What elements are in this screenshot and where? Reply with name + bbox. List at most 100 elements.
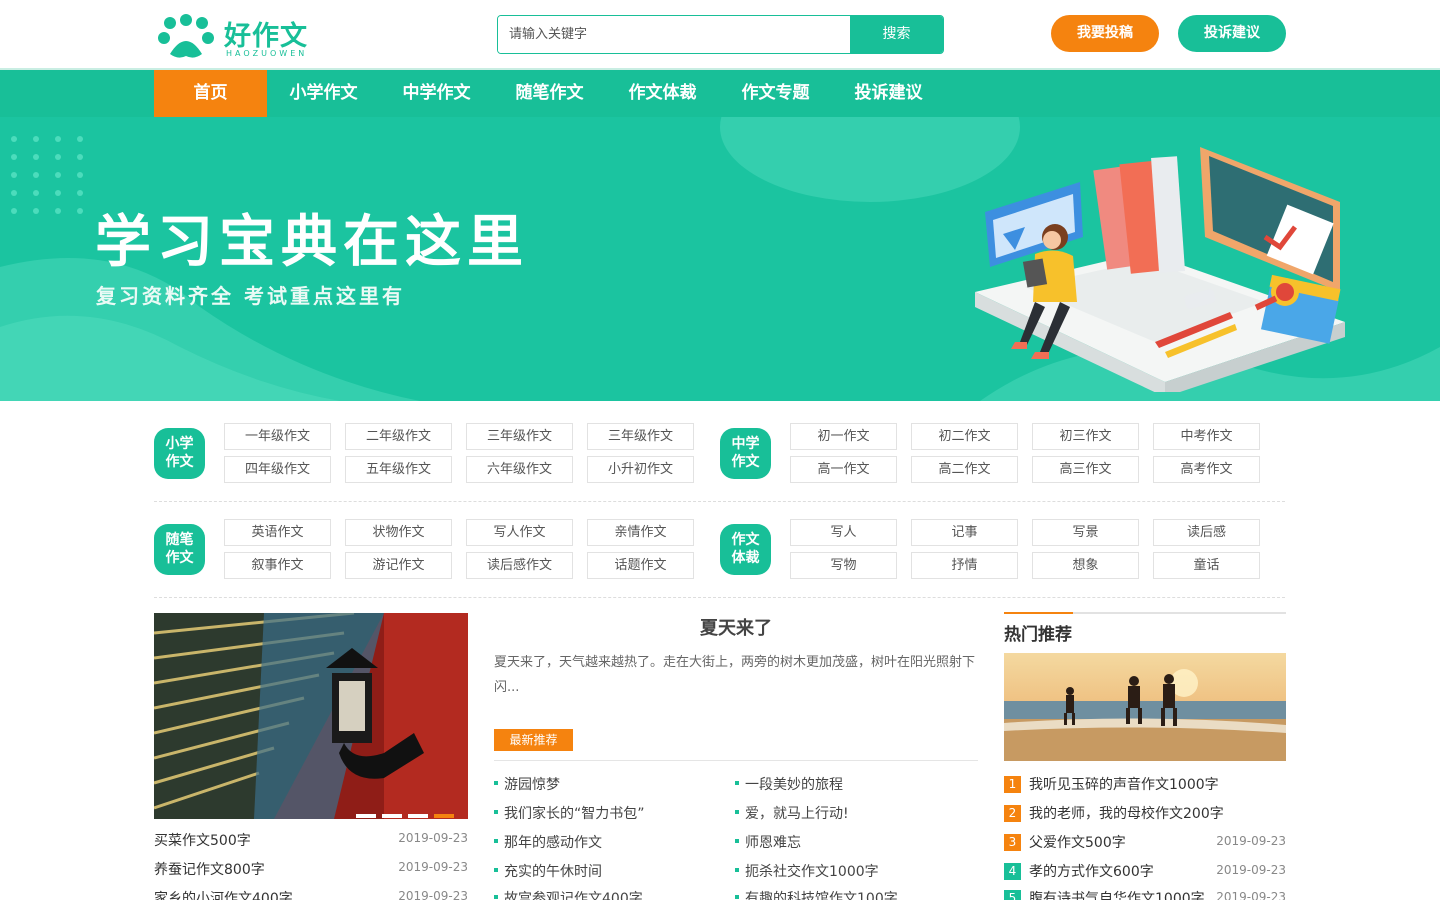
hot-image[interactable] [1004,653,1286,761]
hot-item-title[interactable]: 我听见玉碎的声音作文1000字 [1029,777,1219,793]
category-chip[interactable]: 读后感 [1153,519,1260,546]
category-chip[interactable]: 话题作文 [587,552,694,579]
list-item-title[interactable]: 家乡的小河作文400字 [154,891,293,900]
badge-line2: 体裁 [731,550,760,566]
hot-item[interactable]: 1 我听见玉碎的声音作文1000字 [1004,774,1286,794]
category-chip[interactable]: 抒情 [911,552,1018,579]
category-chip[interactable]: 初三作文 [1032,423,1139,450]
nav-item-topics[interactable]: 作文专题 [719,70,832,117]
category-chip[interactable]: 中考作文 [1153,423,1260,450]
carousel-image[interactable] [154,613,468,819]
site-logo[interactable]: 好作文 HAOZUOWEN [156,14,331,60]
divider [154,597,1285,598]
nav-item-feedback[interactable]: 投诉建议 [832,70,945,117]
temple-lantern-photo [154,613,468,819]
latest-link[interactable]: 我们家长的“智力书包” [494,803,645,823]
submit-article-button[interactable]: 我要投稿 [1051,15,1159,52]
category-chip[interactable]: 初一作文 [790,423,897,450]
feature-title[interactable]: 夏天来了 [494,614,978,640]
latest-link[interactable]: 充实的午休时间 [494,861,602,881]
category-chip[interactable]: 高二作文 [911,456,1018,483]
category-chip[interactable]: 读后感作文 [466,552,573,579]
carousel-dot-active[interactable] [434,814,454,818]
category-chip[interactable]: 高一作文 [790,456,897,483]
category-chip[interactable]: 三年级作文 [466,423,573,450]
category-chip[interactable]: 六年级作文 [466,456,573,483]
search-box: 搜索 [497,15,944,54]
hot-item-title[interactable]: 父爱作文500字 [1029,835,1126,851]
category-chip[interactable]: 写人作文 [466,519,573,546]
hot-item-title[interactable]: 孝的方式作文600字 [1029,864,1154,880]
hot-item-date: 2019-09-23 [1216,890,1286,900]
category-chip[interactable]: 写人 [790,519,897,546]
category-chip[interactable]: 状物作文 [345,519,452,546]
category-chip[interactable]: 小升初作文 [587,456,694,483]
hot-item-title[interactable]: 腹有诗书气自华作文1000字 [1029,891,1205,900]
category-chip[interactable]: 一年级作文 [224,423,331,450]
page: 好作文 HAOZUOWEN 搜索 我要投稿 投诉建议 首页 小学作文 中学作文 … [0,0,1440,900]
category-chip[interactable]: 写物 [790,552,897,579]
carousel-dot[interactable] [382,814,402,818]
hot-item[interactable]: 2 我的老师，我的母校作文200字 [1004,803,1286,823]
search-button[interactable]: 搜索 [850,16,943,53]
category-chip[interactable]: 高考作文 [1153,456,1260,483]
latest-link[interactable]: 故宫参观记作文400字 [494,888,643,900]
latest-link[interactable]: 师恩难忘 [735,832,801,852]
category-chip[interactable]: 游记作文 [345,552,452,579]
banner-title: 学习宝典在这里 [95,210,529,275]
category-chip[interactable]: 三年级作文 [587,423,694,450]
search-input[interactable] [498,16,850,53]
hot-item-title[interactable]: 我的老师，我的母校作文200字 [1029,806,1224,822]
latest-link[interactable]: 爱，就马上行动! [735,803,849,823]
nav-item-genre[interactable]: 作文体裁 [606,70,719,117]
list-item[interactable]: 家乡的小河作文400字 2019-09-23 [154,888,468,900]
badge-line1: 作文 [731,532,760,548]
latest-link[interactable]: 那年的感动作文 [494,832,602,852]
category-chip[interactable]: 亲情作文 [587,519,694,546]
header: 好作文 HAOZUOWEN 搜索 我要投稿 投诉建议 [0,0,1440,68]
category-chip[interactable]: 叙事作文 [224,552,331,579]
list-item-title[interactable]: 买菜作文500字 [154,833,251,849]
category-chip[interactable]: 记事 [911,519,1018,546]
badge-line2: 作文 [731,454,760,470]
latest-link[interactable]: 有趣的科技馆作文100字 [735,888,898,900]
rank-badge: 2 [1004,804,1021,822]
rank-badge: 1 [1004,775,1021,793]
list-item-date: 2019-09-23 [398,860,468,874]
latest-link[interactable]: 扼杀社交作文1000字 [735,861,879,881]
category-badge-genre[interactable]: 作文 体裁 [720,524,771,575]
list-item[interactable]: 买菜作文500字 2019-09-23 [154,830,468,852]
hot-header-line [1004,612,1286,614]
category-chip[interactable]: 高三作文 [1032,456,1139,483]
badge-line2: 作文 [165,550,194,566]
category-badge-middle[interactable]: 中学 作文 [720,428,771,479]
hot-item[interactable]: 5 腹有诗书气自华作文1000字 2019-09-23 [1004,888,1286,900]
carousel-dot[interactable] [356,814,376,818]
feedback-button[interactable]: 投诉建议 [1178,15,1286,52]
latest-link[interactable]: 游园惊梦 [494,774,560,794]
hot-header-accent [1004,612,1073,614]
category-chip[interactable]: 五年级作文 [345,456,452,483]
latest-link[interactable]: 一段美妙的旅程 [735,774,843,794]
nav-item-home[interactable]: 首页 [154,70,267,117]
hot-item[interactable]: 3 父爱作文500字 2019-09-23 [1004,832,1286,852]
category-chip[interactable]: 二年级作文 [345,423,452,450]
category-chip[interactable]: 想象 [1032,552,1139,579]
nav-item-essay[interactable]: 随笔作文 [493,70,606,117]
category-badge-essay[interactable]: 随笔 作文 [154,524,205,575]
hot-item[interactable]: 4 孝的方式作文600字 2019-09-23 [1004,861,1286,881]
nav-item-primary[interactable]: 小学作文 [267,70,380,117]
divider [494,760,978,761]
list-item-title[interactable]: 养蚕记作文800字 [154,862,265,878]
category-chip[interactable]: 初二作文 [911,423,1018,450]
rank-badge: 5 [1004,889,1021,900]
category-chip[interactable]: 英语作文 [224,519,331,546]
hero-banner[interactable]: 学习宝典在这里 复习资料齐全 考试重点这里有 [0,117,1440,401]
category-chip[interactable]: 童话 [1153,552,1260,579]
nav-item-middle[interactable]: 中学作文 [380,70,493,117]
category-chip[interactable]: 写景 [1032,519,1139,546]
category-badge-primary[interactable]: 小学 作文 [154,428,205,479]
category-chip[interactable]: 四年级作文 [224,456,331,483]
carousel-dot[interactable] [408,814,428,818]
list-item[interactable]: 养蚕记作文800字 2019-09-23 [154,859,468,881]
